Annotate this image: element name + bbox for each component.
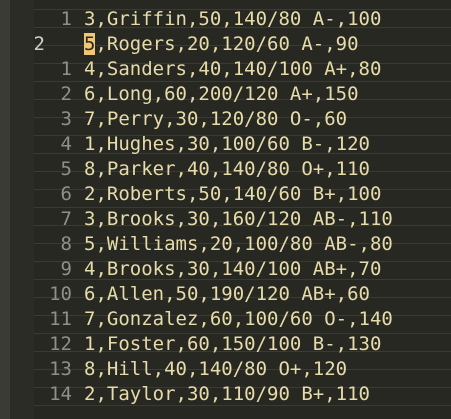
line-text[interactable]: 5,Williams,20,100/80 AB-,80 [84, 232, 393, 257]
line-text[interactable]: 1,Foster,60,150/100 B-,130 [84, 332, 381, 357]
editor-line[interactable]: 1 3,Griffin,50,140/80 A-,100 [0, 7, 451, 32]
editor-line[interactable]: 9 4,Brooks,30,140/100 AB+,70 [0, 257, 451, 282]
line-text[interactable]: 8,Parker,40,140/80 O+,110 [84, 157, 370, 182]
line-number: 4 [60, 133, 72, 155]
line-text[interactable]: 3,Brooks,30,160/120 AB-,110 [84, 207, 393, 232]
editor-line[interactable]: 12 1,Foster,60,150/100 B-,130 [0, 332, 451, 357]
line-number: 2 [60, 83, 72, 105]
editor-line[interactable]: 11 7,Gonzalez,60,100/60 O-,140 [0, 307, 451, 332]
editor-line[interactable]: 6 2,Roberts,50,140/60 B+,100 [0, 182, 451, 207]
line-number: 11 [49, 308, 72, 330]
line-text[interactable]: 2,Taylor,30,110/90 B+,110 [84, 382, 370, 407]
line-text[interactable]: 1,Hughes,30,100/60 B-,120 [84, 132, 370, 157]
line-number: 14 [49, 383, 72, 405]
line-number: 10 [49, 283, 72, 305]
line-number: 6 [60, 183, 72, 205]
line-number: 13 [49, 358, 72, 380]
editor-lines[interactable]: 1 3,Griffin,50,140/80 A-,100 2 5,Rogers,… [0, 7, 451, 407]
line-number: 1 [60, 58, 72, 80]
editor-line[interactable]: 14 2,Taylor,30,110/90 B+,110 [0, 382, 451, 407]
line-number: 3 [60, 108, 72, 130]
editor-line[interactable]: 4 1,Hughes,30,100/60 B-,120 [0, 132, 451, 157]
line-text[interactable]: 6,Allen,50,190/120 AB+,60 [84, 282, 370, 307]
editor-line[interactable]: 8 5,Williams,20,100/80 AB-,80 [0, 232, 451, 257]
editor-line[interactable]: 3 7,Perry,30,120/80 O-,60 [0, 107, 451, 132]
line-number: 7 [60, 208, 72, 230]
line-number: 8 [60, 233, 72, 255]
line-number: 1 [60, 8, 72, 30]
editor-line[interactable]: 5 8,Parker,40,140/80 O+,110 [0, 157, 451, 182]
editor-line[interactable]: 7 3,Brooks,30,160/120 AB-,110 [0, 207, 451, 232]
editor-line-active[interactable]: 2 5,Rogers,20,120/60 A-,90 [0, 32, 451, 57]
editor-line[interactable]: 10 6,Allen,50,190/120 AB+,60 [0, 282, 451, 307]
line-text-rest: ,Rogers,20,120/60 A-,90 [95, 33, 359, 55]
line-text[interactable]: 4,Sanders,40,140/100 A+,80 [84, 57, 381, 82]
line-text[interactable]: 8,Hill,40,140/80 O+,120 [84, 357, 347, 382]
code-editor[interactable]: 1 3,Griffin,50,140/80 A-,100 2 5,Rogers,… [0, 0, 451, 419]
line-number: 12 [49, 333, 72, 355]
editor-line[interactable]: 2 6,Long,60,200/120 A+,150 [0, 82, 451, 107]
line-text[interactable]: 7,Perry,30,120/80 O-,60 [84, 107, 347, 132]
line-text[interactable]: 3,Griffin,50,140/80 A-,100 [84, 7, 381, 32]
editor-line[interactable]: 1 4,Sanders,40,140/100 A+,80 [0, 57, 451, 82]
line-number: 2 [33, 33, 45, 55]
text-cursor[interactable]: 5 [84, 33, 96, 55]
line-text[interactable]: 2,Roberts,50,140/60 B+,100 [84, 182, 381, 207]
line-text[interactable]: 5,Rogers,20,120/60 A-,90 [84, 32, 359, 57]
line-number: 5 [60, 158, 72, 180]
line-text[interactable]: 4,Brooks,30,140/100 AB+,70 [84, 257, 381, 282]
line-text[interactable]: 7,Gonzalez,60,100/60 O-,140 [84, 307, 393, 332]
editor-line[interactable]: 13 8,Hill,40,140/80 O+,120 [0, 357, 451, 382]
line-number: 9 [60, 258, 72, 280]
line-text[interactable]: 6,Long,60,200/120 A+,150 [84, 82, 359, 107]
